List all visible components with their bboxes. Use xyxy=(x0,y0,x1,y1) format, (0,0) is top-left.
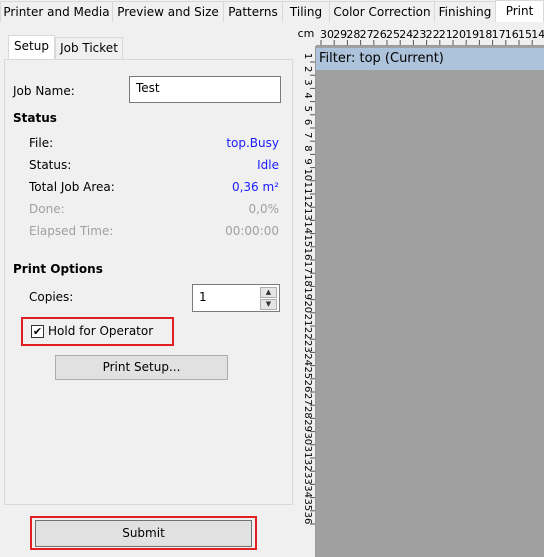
job-name-input[interactable]: Test xyxy=(129,76,281,103)
copies-stepper[interactable]: 1 ▲ ▼ xyxy=(192,284,280,312)
ruler-tick-label: 36 xyxy=(302,512,313,525)
tab-job-ticket[interactable]: Job Ticket xyxy=(55,37,123,59)
ruler-tick-label: 8 xyxy=(302,145,313,151)
total-job-area-label: Total Job Area: xyxy=(29,180,115,194)
elapsed-time-label: Elapsed Time: xyxy=(29,224,114,238)
ruler-tick-label: 11 xyxy=(302,182,313,195)
filter-label: Filter: top (Current) xyxy=(319,51,444,66)
ruler-tick-label: 5 xyxy=(302,106,313,112)
ruler-tick-label: 9 xyxy=(302,158,313,164)
total-job-area-value: 0,36 m² xyxy=(231,180,279,194)
arrow-down-icon: ▼ xyxy=(265,300,272,308)
elapsed-time-value: 00:00:00 xyxy=(225,224,279,238)
ruler-tick-label: 10 xyxy=(302,168,313,181)
file-value: top.Busy xyxy=(226,136,279,150)
tab-setup[interactable]: Setup xyxy=(8,35,55,60)
main-tab-strip: Printer and Media Preview and Size Patte… xyxy=(0,0,544,23)
ruler-tick-label: 30 xyxy=(302,432,313,445)
ruler-tick-label: 18 xyxy=(302,274,313,287)
copies-increment-button[interactable]: ▲ xyxy=(260,287,277,298)
ruler-tick-label: 35 xyxy=(302,498,313,511)
ruler-tick-label: 20 xyxy=(302,300,313,313)
submit-button[interactable]: Submit xyxy=(35,520,252,547)
ruler-tick-label: 3 xyxy=(302,79,313,85)
status-value: Idle xyxy=(257,158,279,172)
ruler-tick-label: 27 xyxy=(360,28,374,41)
ruler-tick-label: 26 xyxy=(302,380,313,393)
tab-patterns[interactable]: Patterns xyxy=(223,1,283,22)
checkmark-icon: ✔ xyxy=(32,325,43,338)
ruler-tick-label: 25 xyxy=(302,366,313,379)
ruler-tick-label: 23 xyxy=(412,28,426,41)
ruler-tick-label: 29 xyxy=(333,28,347,41)
copies-decrement-button[interactable]: ▼ xyxy=(260,299,277,310)
ruler-tick-label: 14 xyxy=(302,221,313,234)
ruler-tick-label: 19 xyxy=(302,287,313,300)
ruler-tick-label: 24 xyxy=(302,353,313,366)
ruler-tick-label: 19 xyxy=(465,28,479,41)
tab-print[interactable]: Print xyxy=(495,0,544,23)
status-label: Status: xyxy=(29,158,72,172)
arrow-up-icon: ▲ xyxy=(265,288,272,296)
ruler-tick-label: 7 xyxy=(302,132,313,138)
ruler-tick-label: 14 xyxy=(531,28,544,41)
ruler-tick-label: 20 xyxy=(452,28,466,41)
ruler-unit: cm xyxy=(296,22,316,46)
job-name-label: Job Name: xyxy=(13,84,75,98)
tab-tiling[interactable]: Tiling xyxy=(282,1,330,22)
done-label: Done: xyxy=(29,202,65,216)
ruler-tick-label: 33 xyxy=(302,472,313,485)
hold-for-operator-highlight: ✔ Hold for Operator xyxy=(21,317,174,346)
ruler-tick-label: 15 xyxy=(302,234,313,247)
ruler-tick-label: 29 xyxy=(302,419,313,432)
hold-for-operator-label[interactable]: Hold for Operator xyxy=(48,324,153,338)
vertical-ruler-graphic: 1234567891011121314151617181920212223242… xyxy=(302,53,315,525)
ruler-tick-label: 4 xyxy=(302,92,313,98)
print-setup-button[interactable]: Print Setup... xyxy=(55,355,228,380)
ruler-tick-label: 15 xyxy=(518,28,532,41)
ruler-tick-label: 22 xyxy=(302,327,313,340)
ruler-tick-label: 31 xyxy=(302,446,313,459)
copies-label: Copies: xyxy=(29,290,74,304)
ruler-tick-label: 22 xyxy=(426,28,440,41)
ruler-tick-label: 21 xyxy=(302,314,313,327)
ruler-tick-label: 27 xyxy=(302,393,313,406)
ruler-tick-label: 13 xyxy=(302,208,313,221)
ruler-tick-label: 26 xyxy=(373,28,387,41)
ruler-tick-label: 21 xyxy=(439,28,453,41)
status-heading: Status xyxy=(13,111,57,125)
ruler-tick-label: 16 xyxy=(302,248,313,261)
ruler-tick-label: 28 xyxy=(302,406,313,419)
hold-for-operator-checkbox[interactable]: ✔ xyxy=(31,325,44,338)
ruler-tick-label: 32 xyxy=(302,459,313,472)
tab-finishing[interactable]: Finishing xyxy=(434,1,496,22)
tab-color-correction[interactable]: Color Correction xyxy=(329,1,435,22)
done-value: 0,0% xyxy=(248,202,280,216)
ruler-tick-label: 17 xyxy=(302,261,313,274)
tab-printer-and-media[interactable]: Printer and Media xyxy=(0,1,113,22)
ruler-tick-label: 24 xyxy=(399,28,413,41)
tab-preview-and-size[interactable]: Preview and Size xyxy=(112,1,224,22)
filter-bar[interactable]: Filter: top (Current) xyxy=(316,48,544,70)
ruler-tick-label: 12 xyxy=(302,195,313,208)
horizontal-ruler-graphic: 30 29 28 27 26 25 24 23 22 21 20 19 18 17 16 15 14 xyxy=(320,28,544,45)
ruler-tick-label: 30 xyxy=(320,28,334,41)
ruler-tick-label: 17 xyxy=(492,28,506,41)
ruler-tick-label: 28 xyxy=(346,28,360,41)
horizontal-ruler: 30 29 28 27 26 25 24 23 22 21 20 19 18 17 16 15 14 xyxy=(316,22,544,46)
ruler-tick-label: 34 xyxy=(302,485,313,498)
ruler-tick-label: 23 xyxy=(302,340,313,353)
preview-canvas[interactable] xyxy=(316,46,544,557)
print-options-heading: Print Options xyxy=(13,262,103,276)
ruler-tick-label: 25 xyxy=(386,28,400,41)
copies-value: 1 xyxy=(199,290,207,304)
ruler-tick-label: 18 xyxy=(478,28,492,41)
file-label: File: xyxy=(29,136,54,150)
ruler-tick-label: 16 xyxy=(505,28,519,41)
ruler-tick-label: 2 xyxy=(302,66,313,72)
ruler-tick-label: 6 xyxy=(302,119,313,125)
vertical-ruler: 1 2 3 4 5 6 7 8 9 10 11 12 13 14 15 16 17 18 19 20 21 22 23 24 2… xyxy=(296,46,316,557)
ruler-tick-label: 1 xyxy=(302,53,313,59)
setup-tab-body xyxy=(4,59,293,505)
